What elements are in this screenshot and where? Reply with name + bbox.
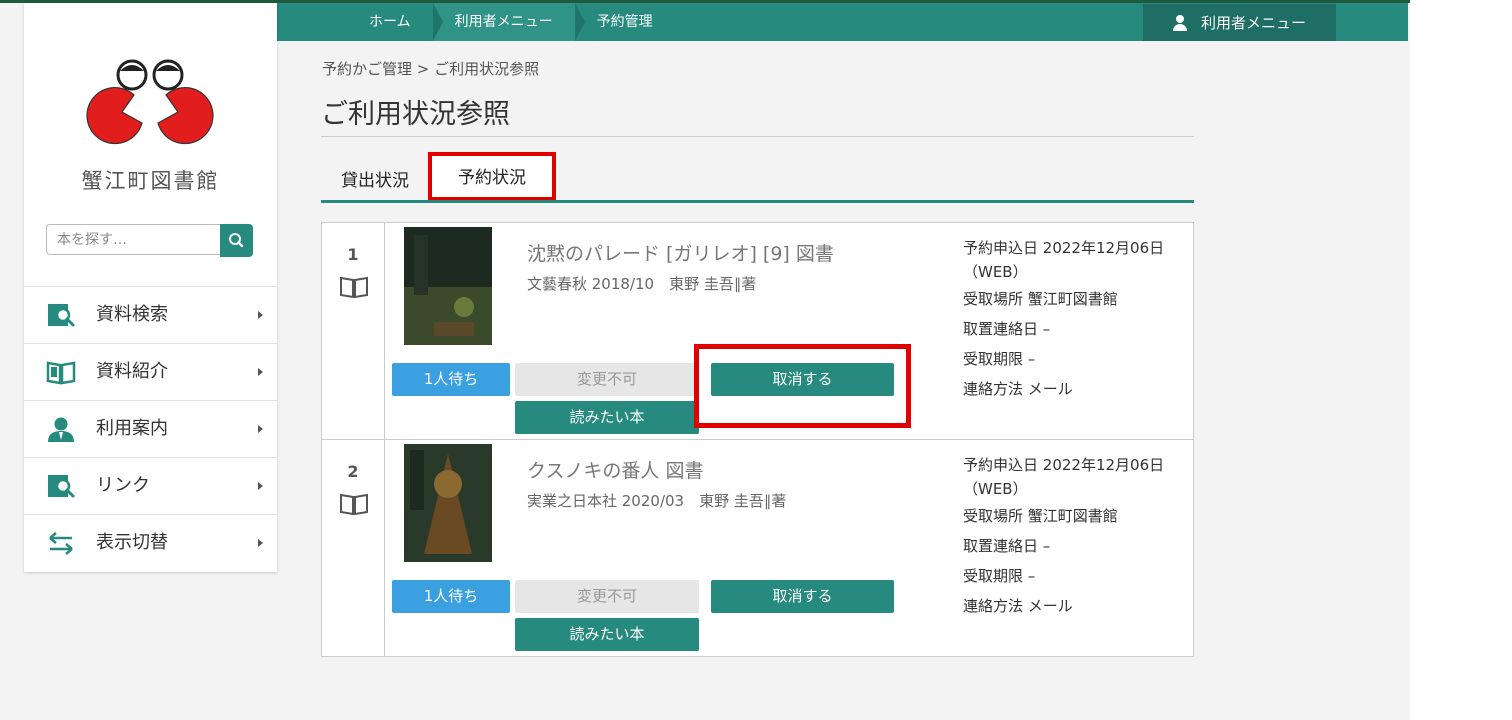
chevron-right-icon	[258, 482, 263, 490]
deadline-label: 受取期限	[963, 350, 1024, 368]
nav-crumb-user-menu[interactable]: 利用者メニュー	[432, 3, 585, 41]
hold-notice-value: –	[1042, 320, 1051, 338]
library-name: 蟹江町図書館	[81, 169, 220, 193]
sidebar-item-usage-guide[interactable]: 利用案内	[24, 400, 277, 457]
pickup-label: 受取場所	[963, 290, 1024, 308]
book-icon	[340, 493, 368, 516]
library-logo	[86, 59, 214, 145]
change-button-disabled: 変更不可	[515, 363, 699, 396]
sidebar: 蟹江町図書館 本を探す… 資料検索 資料紹介 利用案内 リンク 表示切替	[24, 3, 277, 572]
nav-breadcrumb: ホーム 利用者メニュー 予約管理	[347, 3, 675, 41]
status-tabs: 貸出状況 予約状況	[321, 152, 1194, 203]
swap-arrows-icon	[49, 532, 73, 555]
contact-label: 連絡方法	[963, 380, 1024, 398]
reservation-list: 1 沈黙のパレード [ガリレオ] [9] 図書 文藝春秋 2018/10 東野 …	[321, 222, 1194, 657]
item-number-column: 1	[322, 223, 385, 439]
cancel-button[interactable]: 取消する	[711, 580, 894, 613]
book-icon	[340, 276, 368, 299]
book-cover-image[interactable]	[404, 444, 492, 562]
contact-value: メール	[1027, 597, 1073, 615]
search-button[interactable]	[220, 224, 253, 257]
status-badge: 1人待ち	[392, 580, 510, 613]
hold-notice-label: 取置連絡日	[963, 320, 1039, 338]
breadcrumb: 予約かご管理 > ご利用状況参照	[322, 60, 540, 78]
search-input[interactable]: 本を探す…	[46, 224, 220, 255]
chevron-right-icon	[258, 368, 263, 376]
book-meta: 文藝春秋 2018/10 東野 圭吾∥著	[527, 275, 757, 293]
deadline-value: –	[1027, 350, 1036, 368]
tabs-underline	[321, 200, 1194, 203]
nav-crumb-home[interactable]: ホーム	[347, 3, 443, 41]
sidebar-item-label: 利用案内	[96, 418, 168, 439]
user-menu-label: 利用者メニュー	[1200, 14, 1306, 32]
search-box: 本を探す…	[46, 224, 253, 257]
open-book-icon	[46, 361, 76, 385]
applied-label: 予約申込日	[963, 456, 1039, 474]
applied-via: （WEB）	[963, 263, 1028, 281]
applied-label: 予約申込日	[963, 239, 1039, 257]
chevron-right-icon	[258, 539, 263, 547]
chevron-right-icon	[258, 311, 263, 319]
item-number: 2	[347, 462, 359, 481]
applied-via: （WEB）	[963, 480, 1028, 498]
contact-label: 連絡方法	[963, 597, 1024, 615]
want-to-read-button[interactable]: 読みたい本	[515, 618, 699, 651]
book-cover-image[interactable]	[404, 227, 492, 345]
hold-notice-value: –	[1042, 537, 1051, 555]
item-number-column: 2	[322, 440, 385, 656]
nav-crumb-reservation[interactable]: 予約管理	[575, 3, 675, 41]
applied-value: 2022年12月06日	[1042, 456, 1165, 474]
reservation-info: 予約申込日 2022年12月06日 （WEB） 受取場所 蟹江町図書館 取置連絡…	[963, 236, 1193, 404]
deadline-label: 受取期限	[963, 567, 1024, 585]
person-icon	[48, 417, 74, 442]
book-title[interactable]: 沈黙のパレード [ガリレオ] [9] 図書	[527, 239, 834, 266]
contact-value: メール	[1027, 380, 1073, 398]
user-icon	[1172, 14, 1187, 31]
item-number: 1	[347, 245, 359, 264]
search-book-icon	[48, 475, 75, 498]
page-title: ご利用状況参照	[321, 99, 510, 130]
pickup-value: 蟹江町図書館	[1027, 290, 1118, 308]
sidebar-item-links[interactable]: リンク	[24, 457, 277, 514]
sidebar-item-label: リンク	[96, 475, 150, 496]
title-divider	[321, 136, 1194, 137]
search-book-icon	[48, 304, 75, 327]
status-badge: 1人待ち	[392, 363, 510, 396]
sidebar-item-display-toggle[interactable]: 表示切替	[24, 514, 277, 571]
sidebar-menu: 資料検索 資料紹介 利用案内 リンク 表示切替	[24, 286, 277, 571]
chevron-right-icon	[258, 425, 263, 433]
sidebar-item-label: 資料検索	[96, 304, 168, 325]
reservation-info: 予約申込日 2022年12月06日 （WEB） 受取場所 蟹江町図書館 取置連絡…	[963, 453, 1193, 621]
pickup-label: 受取場所	[963, 507, 1024, 525]
list-item: 2 クスノキの番人 図書 実業之日本社 2020/03 東野 圭吾∥著 1人待ち…	[322, 439, 1193, 656]
sidebar-item-label: 資料紹介	[96, 361, 168, 382]
applied-value: 2022年12月06日	[1042, 239, 1165, 257]
sidebar-item-label: 表示切替	[96, 532, 168, 553]
user-menu-button[interactable]: 利用者メニュー	[1143, 4, 1336, 41]
book-title[interactable]: クスノキの番人 図書	[527, 456, 703, 483]
hold-notice-label: 取置連絡日	[963, 537, 1039, 555]
sidebar-item-material-search[interactable]: 資料検索	[24, 286, 277, 343]
search-icon	[229, 233, 244, 248]
book-meta: 実業之日本社 2020/03 東野 圭吾∥著	[527, 492, 787, 510]
top-nav-bar: ホーム 利用者メニュー 予約管理 利用者メニュー	[277, 3, 1408, 41]
deadline-value: –	[1027, 567, 1036, 585]
tab-highlight-box	[428, 152, 556, 201]
app-window: ホーム 利用者メニュー 予約管理 利用者メニュー 蟹江町図書館 本を探す… 資料…	[0, 0, 1410, 720]
tab-loan-status[interactable]: 貸出状況	[341, 166, 409, 191]
sidebar-item-material-intro[interactable]: 資料紹介	[24, 343, 277, 400]
cancel-highlight-box	[694, 344, 911, 428]
change-button-disabled: 変更不可	[515, 580, 699, 613]
pickup-value: 蟹江町図書館	[1027, 507, 1118, 525]
want-to-read-button[interactable]: 読みたい本	[515, 401, 699, 434]
